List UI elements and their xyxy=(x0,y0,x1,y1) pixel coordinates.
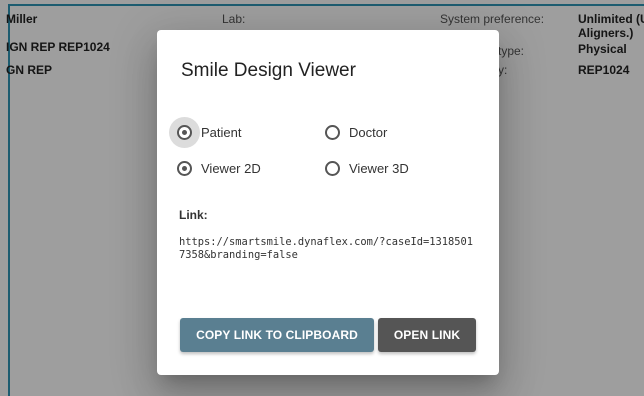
radio-focus-halo xyxy=(169,117,200,148)
dialog-title: Smile Design Viewer xyxy=(181,60,356,81)
radio-viewer-3d[interactable]: Viewer 3D xyxy=(325,153,473,184)
share-link-url[interactable]: https://smartsmile.dynaflex.com/?caseId=… xyxy=(179,236,479,262)
radio-viewer-2d-label: Viewer 2D xyxy=(201,161,261,176)
radio-patient-label: Patient xyxy=(201,125,242,140)
copy-link-button[interactable]: COPY LINK TO CLIPBOARD xyxy=(180,318,374,352)
radio-viewer-2d[interactable]: Viewer 2D xyxy=(177,153,325,184)
radio-unchecked-icon[interactable] xyxy=(325,161,340,176)
viewer-radio-group: Viewer 2D Viewer 3D xyxy=(177,153,473,184)
radio-patient[interactable]: Patient xyxy=(169,117,325,148)
open-link-button[interactable]: OPEN LINK xyxy=(378,318,476,352)
radio-halo xyxy=(169,153,200,184)
radio-halo xyxy=(317,117,348,148)
radio-halo xyxy=(317,153,348,184)
radio-doctor[interactable]: Doctor xyxy=(325,117,473,148)
radio-checked-icon[interactable] xyxy=(177,161,192,176)
radio-viewer-3d-label: Viewer 3D xyxy=(349,161,409,176)
radio-unchecked-icon[interactable] xyxy=(325,125,340,140)
audience-radio-group: Patient Doctor xyxy=(169,117,473,148)
radio-checked-icon[interactable] xyxy=(177,125,192,140)
radio-doctor-label: Doctor xyxy=(349,125,388,140)
link-label: Link: xyxy=(179,208,208,222)
smile-design-viewer-dialog: Smile Design Viewer Patient Doctor Viewe… xyxy=(157,30,499,375)
